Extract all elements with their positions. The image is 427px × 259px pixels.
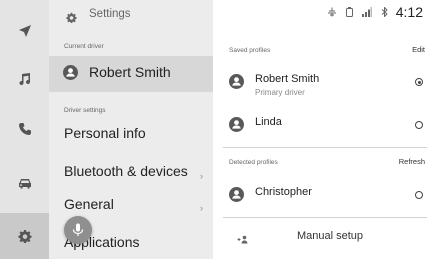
add-person-icon [237,231,249,249]
section-divider [223,147,427,148]
profile-radio[interactable] [415,121,423,129]
profile-radio-selected[interactable] [415,78,423,86]
rail-item-vehicle[interactable] [0,160,49,206]
detected-profiles-label: Detected profiles [229,159,278,166]
status-bar: 4:12 [318,4,423,20]
voice-assistant-button[interactable] [64,216,92,244]
saved-profiles-label: Saved profiles [229,47,271,54]
wireless-charging-icon [327,7,337,17]
menu-item-general[interactable]: General [64,196,114,212]
music-note-icon [19,73,30,86]
current-driver-row[interactable]: Robert Smith [49,56,213,92]
rail-item-navigation[interactable] [0,8,49,54]
rail-item-media[interactable] [0,56,49,102]
manual-setup-button[interactable]: Manual setup [213,222,427,250]
profile-row-linda[interactable]: Linda [213,114,427,138]
refresh-button[interactable]: Refresh [399,157,425,166]
navigation-arrow-icon [18,25,31,37]
signal-icon [361,7,372,17]
chevron-right-icon: › [200,203,203,213]
menu-item-personal-info[interactable]: Personal info [64,125,146,141]
section-divider [223,217,427,218]
profiles-panel: 4:12 Saved profiles Edit Robert Smith Pr… [213,0,427,259]
navigation-rail [0,0,49,259]
driver-settings-label: Driver settings [64,107,106,114]
current-driver-name: Robert Smith [89,64,171,80]
chevron-right-icon: › [200,171,203,181]
settings-gear-icon [66,12,77,23]
user-avatar-icon [229,187,244,202]
settings-header: Settings [49,0,213,32]
manual-setup-label: Manual setup [297,230,364,242]
rail-item-settings[interactable] [0,213,49,259]
bluetooth-icon [381,7,388,17]
profile-name: Robert Smith [255,73,320,85]
menu-item-bluetooth-devices[interactable]: Bluetooth & devices [64,163,188,179]
profile-name: Christopher [255,186,312,198]
user-avatar-icon [229,74,244,89]
microphone-icon [72,223,84,236]
settings-title: Settings [89,8,131,20]
edit-button[interactable]: Edit [412,45,425,54]
car-icon [18,179,31,189]
profile-row-robert-smith[interactable]: Robert Smith Primary driver [213,70,427,106]
battery-icon [345,7,353,17]
profile-radio[interactable] [415,191,423,199]
user-avatar-icon [229,117,244,132]
user-avatar-icon [63,65,78,80]
profile-name: Linda [255,116,282,128]
profile-row-christopher[interactable]: Christopher [213,183,427,207]
rail-item-phone[interactable] [0,106,49,152]
settings-gear-icon [18,230,31,243]
clock: 4:12 [395,4,423,20]
profile-subtitle: Primary driver [255,88,305,97]
phone-icon [18,123,31,135]
current-driver-label: Current driver [64,43,104,50]
